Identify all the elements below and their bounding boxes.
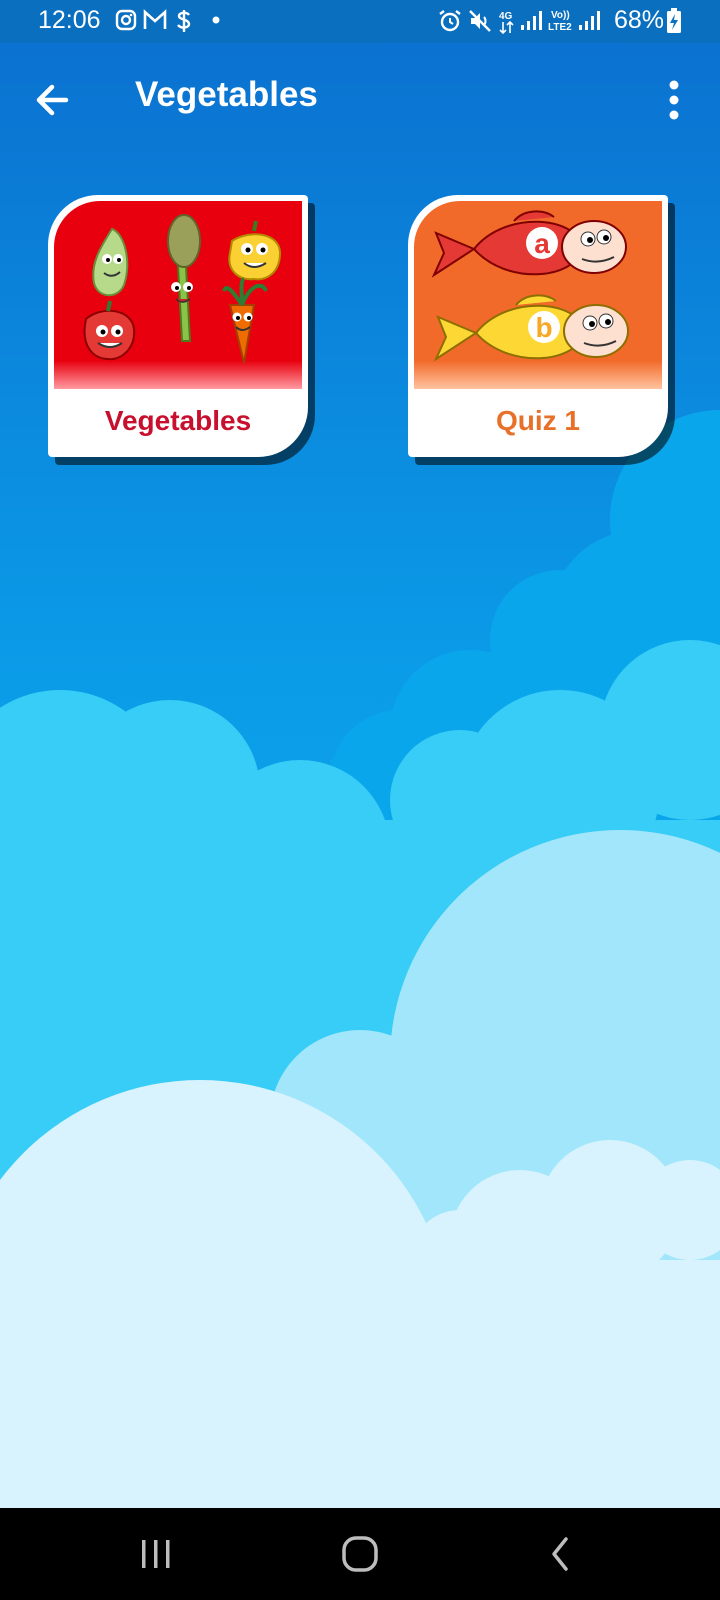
- home-icon[interactable]: [338, 1532, 382, 1576]
- svg-text:Vo)): Vo)): [551, 10, 570, 21]
- app-screen: 12:06 4G Vo)) LTE2 68% Vegetables Vegeta…: [0, 0, 720, 1600]
- fish-letter-a: a: [534, 228, 550, 259]
- signal-icon: [579, 11, 600, 30]
- vegetables-card-label: Vegetables: [104, 405, 252, 436]
- navigation-bar: [0, 1508, 720, 1600]
- battery-charging-icon: [667, 8, 681, 33]
- vegetables-illustration: [54, 201, 302, 389]
- alarm-icon: [439, 10, 461, 32]
- page-title: Vegetables: [135, 75, 318, 114]
- volte-lte2-icon: Vo)) LTE2: [548, 10, 572, 33]
- battery-percent: 68%: [614, 6, 665, 34]
- svg-text:4G: 4G: [499, 11, 513, 22]
- quiz-1-card[interactable]: a b Quiz 1: [408, 195, 668, 457]
- 4g-data-icon: 4G: [499, 11, 514, 35]
- status-time: 12:06: [38, 6, 101, 34]
- quiz-1-card-label: Quiz 1: [495, 405, 580, 436]
- recent-apps-icon[interactable]: [138, 1532, 174, 1576]
- more-vert-icon[interactable]: [652, 73, 696, 127]
- fish-letter-b: b: [535, 312, 552, 343]
- gmail-icon: [143, 9, 167, 29]
- app-bar: Vegetables: [0, 43, 720, 151]
- instagram-icon: [115, 9, 137, 31]
- mute-icon: [469, 10, 491, 32]
- signal-icon: [521, 11, 542, 30]
- status-bar: 12:06 4G Vo)) LTE2 68%: [0, 0, 720, 43]
- back-arrow-icon[interactable]: [26, 73, 80, 127]
- vegetables-card[interactable]: Vegetables: [48, 195, 308, 457]
- fish-quiz-illustration: a b: [414, 201, 662, 389]
- dollar-icon: [177, 10, 191, 32]
- dot-icon: [212, 16, 220, 24]
- svg-text:LTE2: LTE2: [548, 22, 572, 33]
- back-icon[interactable]: [546, 1532, 576, 1576]
